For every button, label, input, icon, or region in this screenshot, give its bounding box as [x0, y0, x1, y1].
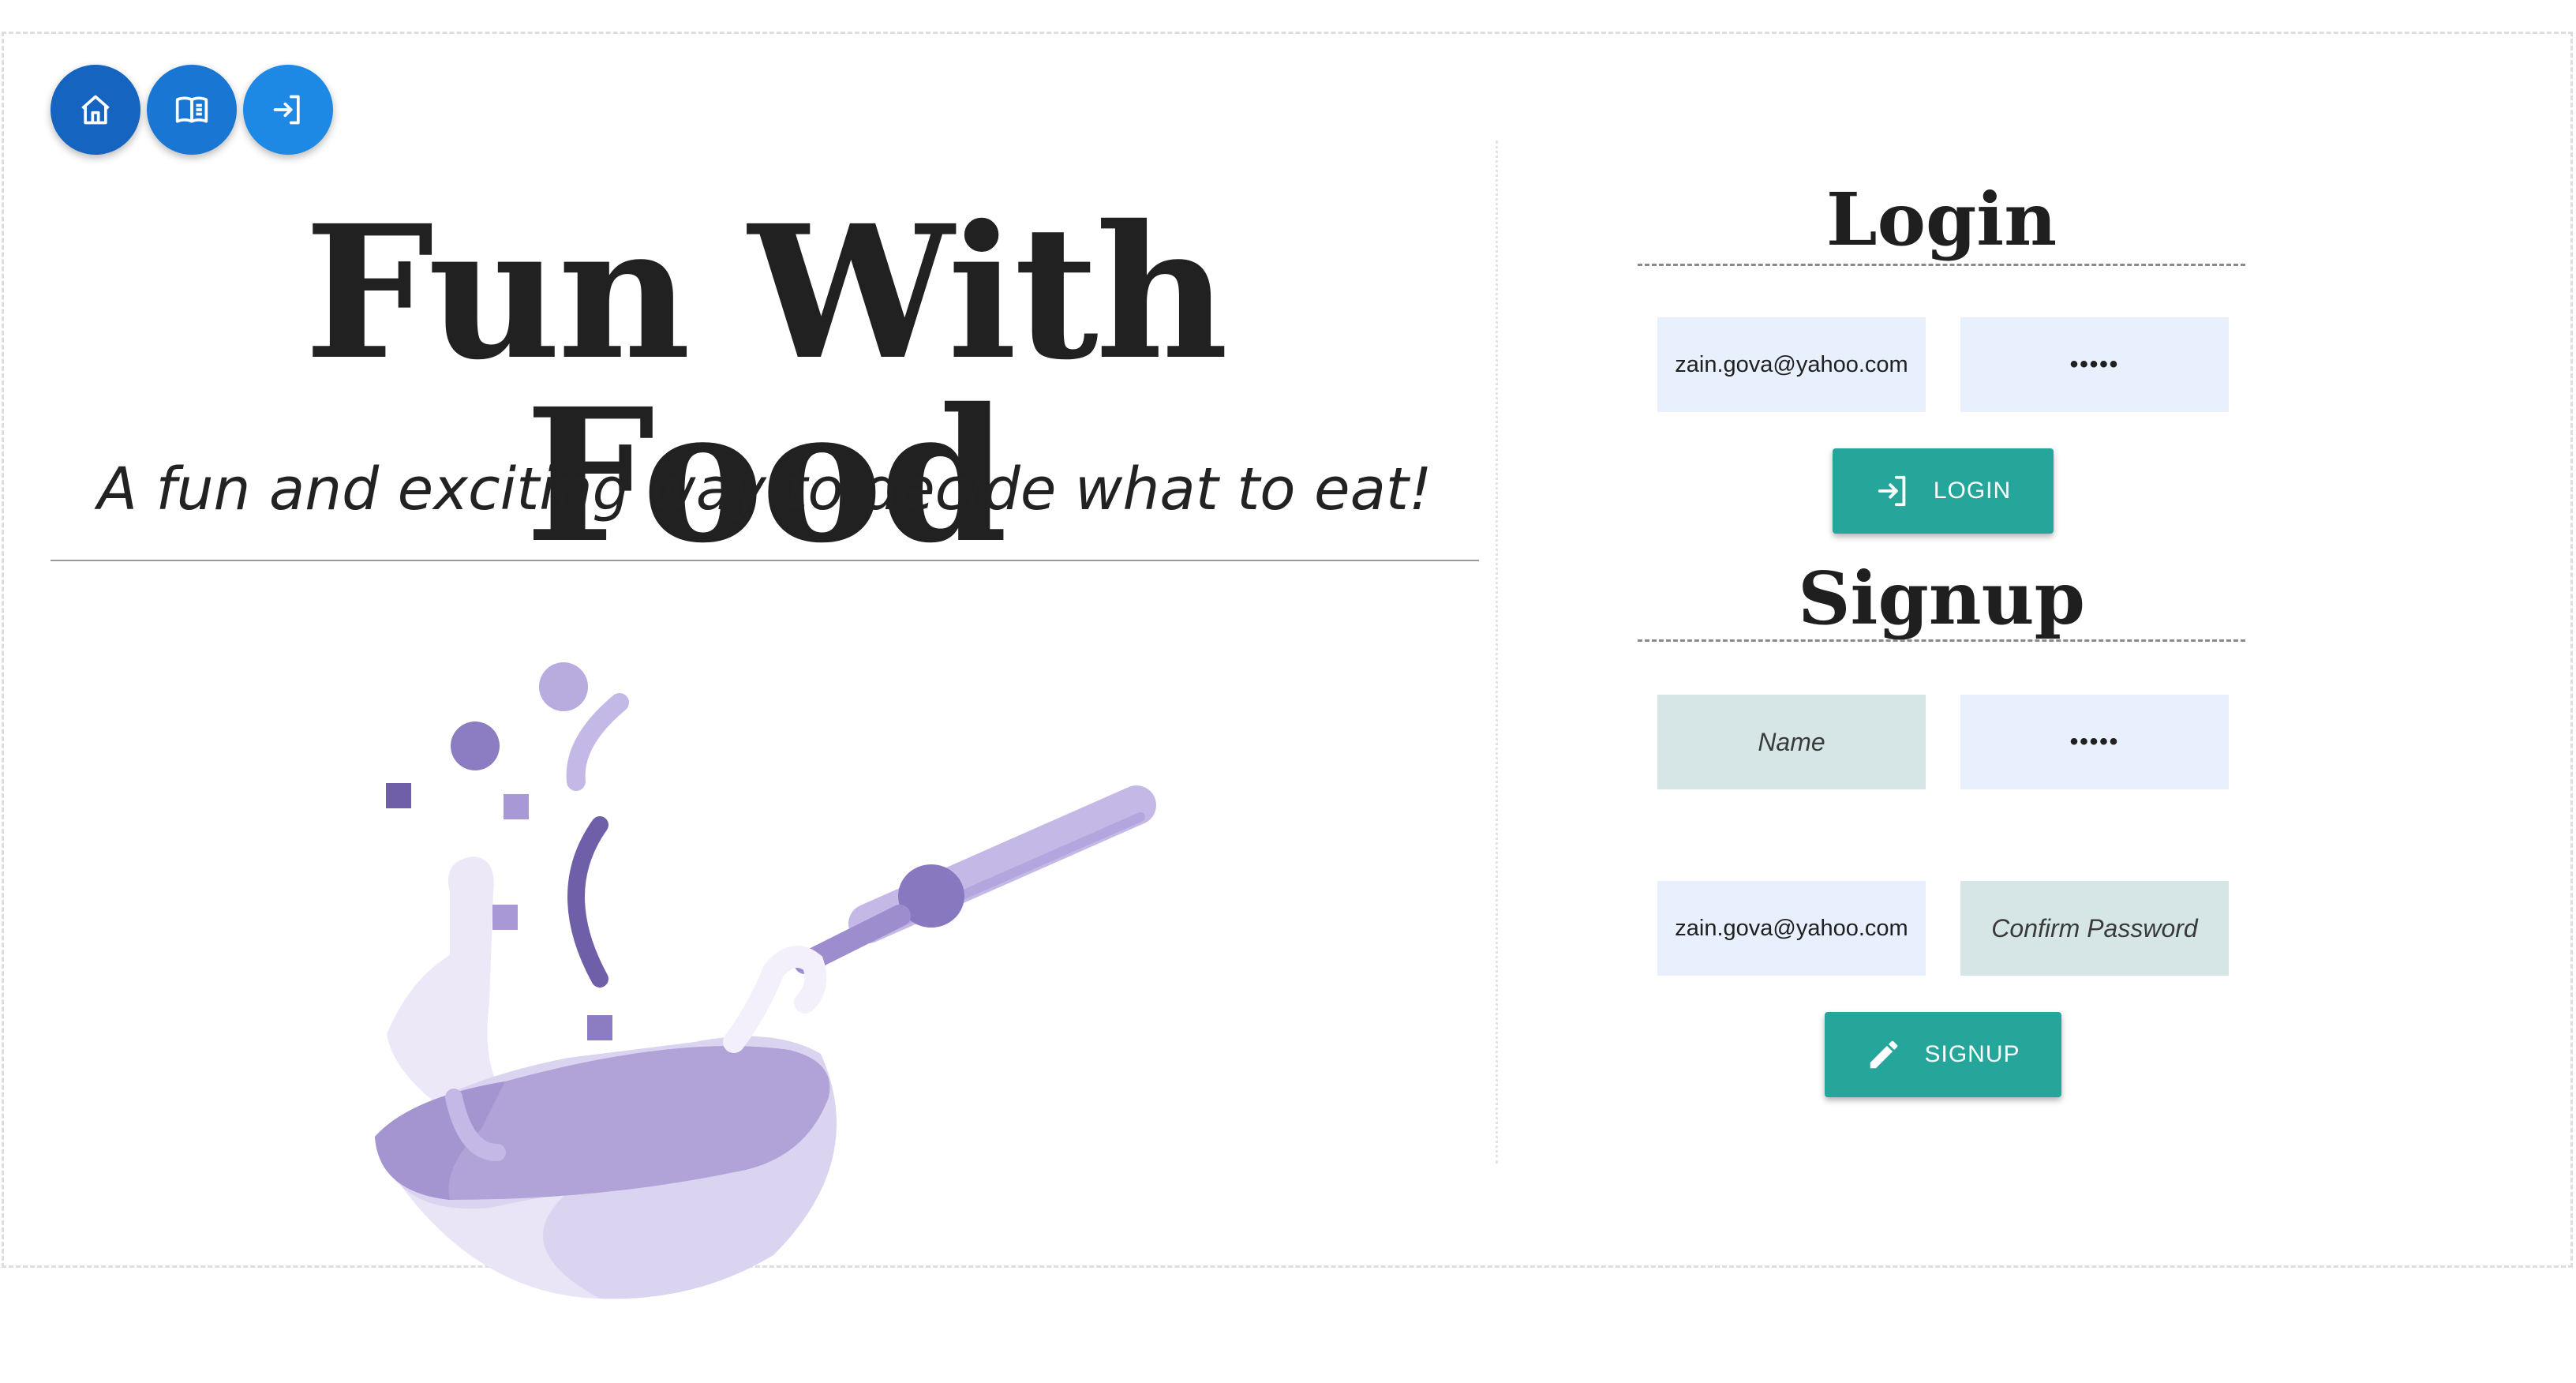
column-divider: [1496, 141, 1498, 1164]
signup-email-field[interactable]: zain.gova@yahoo.com: [1657, 881, 1926, 976]
login-nav-button[interactable]: [243, 65, 333, 155]
signup-name-field[interactable]: Name: [1657, 695, 1926, 789]
login-password-field[interactable]: •••••: [1960, 317, 2229, 412]
recipes-button[interactable]: [147, 65, 237, 155]
wok-illustration: [375, 662, 1156, 1299]
signup-password-field[interactable]: •••••: [1960, 695, 2229, 789]
login-email-field[interactable]: zain.gova@yahoo.com: [1657, 317, 1926, 412]
signup-title-rule: [1638, 639, 2245, 642]
login-button[interactable]: LOGIN: [1833, 448, 2054, 534]
hero-divider: [51, 560, 1479, 561]
home-icon: [81, 95, 110, 125]
login-icon: [273, 95, 300, 125]
book-icon: [175, 96, 208, 123]
login-button-label: LOGIN: [1933, 478, 2012, 504]
login-icon: [1878, 475, 1906, 507]
signup-button[interactable]: SIGNUP: [1825, 1012, 2061, 1097]
nav-bar: [51, 65, 333, 155]
pencil-icon: [1870, 1040, 1898, 1069]
signup-confirm-password-field[interactable]: Confirm Password: [1960, 881, 2229, 976]
signup-title: Signup: [1798, 556, 2085, 641]
login-title: Login: [1825, 177, 2057, 262]
page-subtitle: A fun and exciting way to decide what to…: [97, 455, 1432, 523]
home-button[interactable]: [51, 65, 140, 155]
signup-button-label: SIGNUP: [1924, 1041, 2020, 1067]
login-title-rule: [1638, 264, 2245, 266]
